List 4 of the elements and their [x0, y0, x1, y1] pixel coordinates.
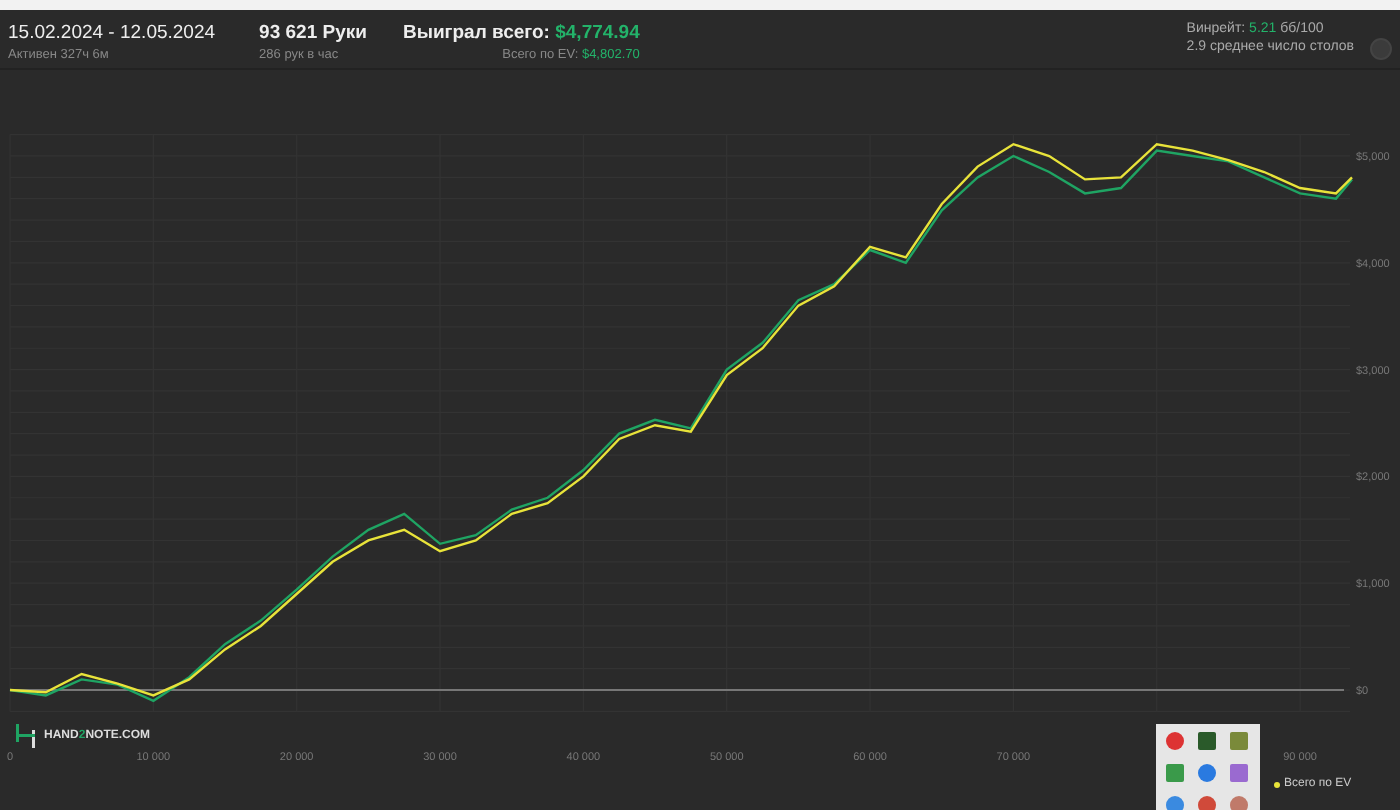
hands-count: 93 621 Руки — [259, 22, 367, 44]
date-range: 15.02.2024 - 12.05.2024 — [8, 22, 216, 44]
logo-icon — [16, 724, 36, 748]
total-won: Выиграл всего: $4,774.94 — [402, 22, 640, 44]
